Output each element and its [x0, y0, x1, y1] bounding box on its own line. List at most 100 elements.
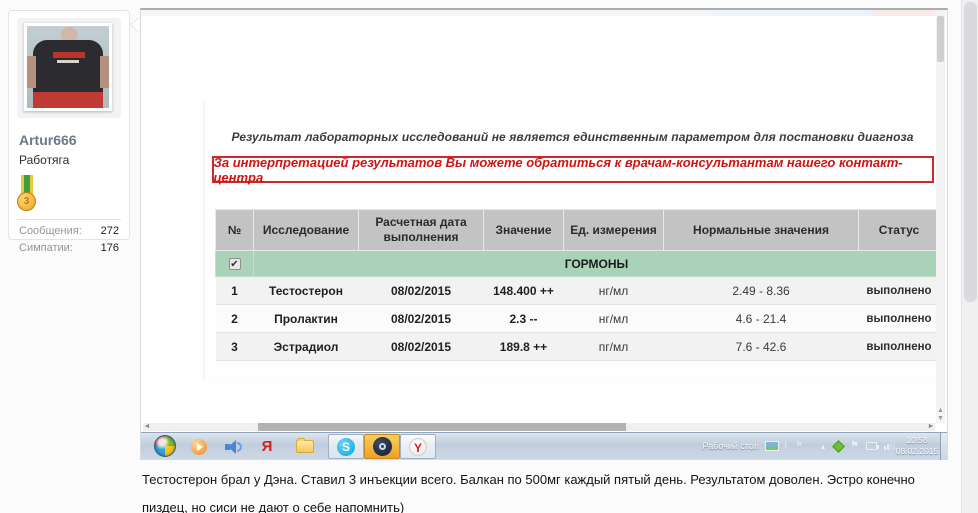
- cell-unit: пг/мл: [564, 333, 664, 361]
- messages-label: Сообщения:: [19, 225, 82, 237]
- yandex-icon[interactable]: Я: [257, 437, 277, 456]
- avatar[interactable]: [17, 18, 121, 118]
- clock-date: 08.02.2015: [895, 446, 939, 457]
- play-triangle-icon: [197, 443, 203, 451]
- table-header-row: № Исследование Расчетная дата выполнения…: [216, 210, 940, 251]
- network-signal-icon[interactable]: [884, 441, 895, 450]
- show-desktop-button[interactable]: [940, 433, 947, 460]
- volume-icon[interactable]: [223, 437, 243, 456]
- speaker-shape: [225, 440, 241, 454]
- cell-value: 189.8 ++: [484, 333, 564, 361]
- username-link[interactable]: Artur666: [19, 132, 129, 148]
- tray-diamond-icon[interactable]: [832, 440, 845, 453]
- cell-date: 08/02/2015: [359, 333, 484, 361]
- likes-label: Симпатии:: [19, 242, 73, 254]
- folder-tab: [297, 438, 305, 441]
- cell-normal: 7.6 - 42.6: [664, 333, 859, 361]
- col-number: №: [216, 210, 254, 251]
- col-value: Значение: [484, 210, 564, 251]
- avatar-photo: [24, 23, 112, 111]
- group-checkbox[interactable]: ✔: [229, 258, 241, 270]
- lab-warning-box: За интерпретацией результатов Вы можете …: [212, 156, 934, 183]
- folder-shape: [296, 440, 314, 453]
- horizontal-scrollbar[interactable]: ◄ ►: [143, 423, 935, 431]
- lab-results-table: № Исследование Расчетная дата выполнения…: [215, 209, 940, 361]
- cell-num: 2: [216, 305, 254, 333]
- speaker-cone: [228, 440, 236, 454]
- page-scrollbar-thumb[interactable]: [964, 2, 977, 302]
- col-test: Исследование: [254, 210, 359, 251]
- skype-taskbar-button[interactable]: S: [328, 434, 364, 459]
- steam-icon: [373, 437, 392, 456]
- action-center-flag-icon[interactable]: ⚑: [850, 440, 859, 451]
- col-unit: Ед. измерения: [564, 210, 664, 251]
- medal-number: 3: [17, 192, 36, 211]
- avatar-torso-shape: [33, 40, 103, 96]
- yandex-browser-taskbar-button[interactable]: Y: [400, 434, 436, 459]
- vertical-scrollbar-thumb[interactable]: [937, 16, 944, 62]
- table-row: 1 Тестостерон 08/02/2015 148.400 ++ нг/м…: [216, 277, 940, 305]
- avatar-arm-left: [27, 56, 36, 88]
- steam-taskbar-button[interactable]: [364, 434, 400, 459]
- lab-report-panel: Результат лабораторных исследований не я…: [204, 102, 940, 380]
- scroll-down-arrow-icon[interactable]: ▼: [936, 415, 945, 423]
- group-row-hormones: ✔ ГОРМОНЫ: [216, 251, 940, 277]
- windows-taskbar: Я S Y Рабочий стол I » ▴: [141, 432, 947, 459]
- scroll-up-arrow-icon[interactable]: ▲: [936, 407, 945, 415]
- browser-chrome-haze: [141, 10, 947, 16]
- vertical-scrollbar[interactable]: ▲ ▼: [936, 12, 945, 423]
- col-normal: Нормальные значения: [664, 210, 859, 251]
- col-status: Статус: [859, 210, 940, 251]
- likes-count: 176: [101, 242, 119, 254]
- cell-normal: 2.49 - 8.36: [664, 277, 859, 305]
- forum-post-page: Artur666 Работяга 3 Сообщения: 272 Симпа…: [0, 0, 978, 513]
- cell-normal: 4.6 - 21.4: [664, 305, 859, 333]
- clock-time: 10:58: [895, 435, 939, 446]
- attached-screenshot-image[interactable]: Результат лабораторных исследований не я…: [140, 8, 948, 460]
- cell-test: Пролактин: [254, 305, 359, 333]
- tray-expander-icon[interactable]: ▴: [821, 442, 825, 451]
- start-button[interactable]: [154, 435, 176, 457]
- table-row: 3 Эстрадиол 08/02/2015 189.8 ++ пг/мл 7.…: [216, 333, 940, 361]
- cell-status: выполнено: [859, 305, 940, 333]
- cell-date: 08/02/2015: [359, 305, 484, 333]
- avatar-shorts-shape: [33, 92, 103, 108]
- horizontal-scrollbar-thumb[interactable]: [258, 423, 626, 431]
- medal-icon: 3: [17, 175, 39, 211]
- media-player-icon[interactable]: [189, 437, 209, 456]
- cell-test: Эстрадиол: [254, 333, 359, 361]
- avatar-shirt-print: [53, 52, 85, 58]
- stat-row-messages: Сообщения: 272: [19, 225, 119, 237]
- avatar-shirt-print-2: [57, 60, 79, 63]
- group-label: ГОРМОНЫ: [254, 251, 940, 277]
- user-title: Работяга: [19, 153, 129, 167]
- post-message-text: Тестостерон брал у Дэна. Ставил 3 инъекц…: [142, 466, 954, 513]
- col-date: Расчетная дата выполнения: [359, 210, 484, 251]
- battery-icon[interactable]: [866, 442, 877, 450]
- stat-row-likes: Симпатии: 176: [19, 242, 119, 254]
- desktop-thumbnail-icon[interactable]: [765, 441, 779, 451]
- steam-piston-shape: [379, 443, 386, 450]
- taskbar-clock[interactable]: 10:58 08.02.2015: [895, 435, 939, 457]
- cell-status: выполнено: [859, 333, 940, 361]
- post-bubble-arrow: [131, 18, 139, 32]
- cell-num: 1: [216, 277, 254, 305]
- stats-divider: [17, 219, 121, 220]
- lab-disclaimer-text: Результат лабораторных исследований не я…: [211, 130, 934, 144]
- cell-unit: нг/мл: [564, 305, 664, 333]
- cell-unit: нг/мл: [564, 277, 664, 305]
- scroll-right-arrow-icon[interactable]: ►: [927, 423, 935, 431]
- cell-test: Тестостерон: [254, 277, 359, 305]
- page-scrollbar[interactable]: [961, 0, 978, 513]
- explorer-folder-icon[interactable]: [295, 437, 315, 456]
- desktop-toolbar-label[interactable]: Рабочий стол: [703, 441, 760, 451]
- cell-num: 3: [216, 333, 254, 361]
- lab-warning-text: За интерпретацией результатов Вы можете …: [214, 155, 932, 185]
- scroll-left-arrow-icon[interactable]: ◄: [143, 423, 151, 431]
- toolbar-separator: I: [784, 440, 787, 450]
- scroll-updown-arrows[interactable]: ▲ ▼: [936, 407, 945, 423]
- cell-date: 08/02/2015: [359, 277, 484, 305]
- toolbar-overflow-chevron-icon[interactable]: »: [796, 438, 802, 449]
- cell-value: 148.400 ++: [484, 277, 564, 305]
- avatar-arm-right: [100, 56, 109, 88]
